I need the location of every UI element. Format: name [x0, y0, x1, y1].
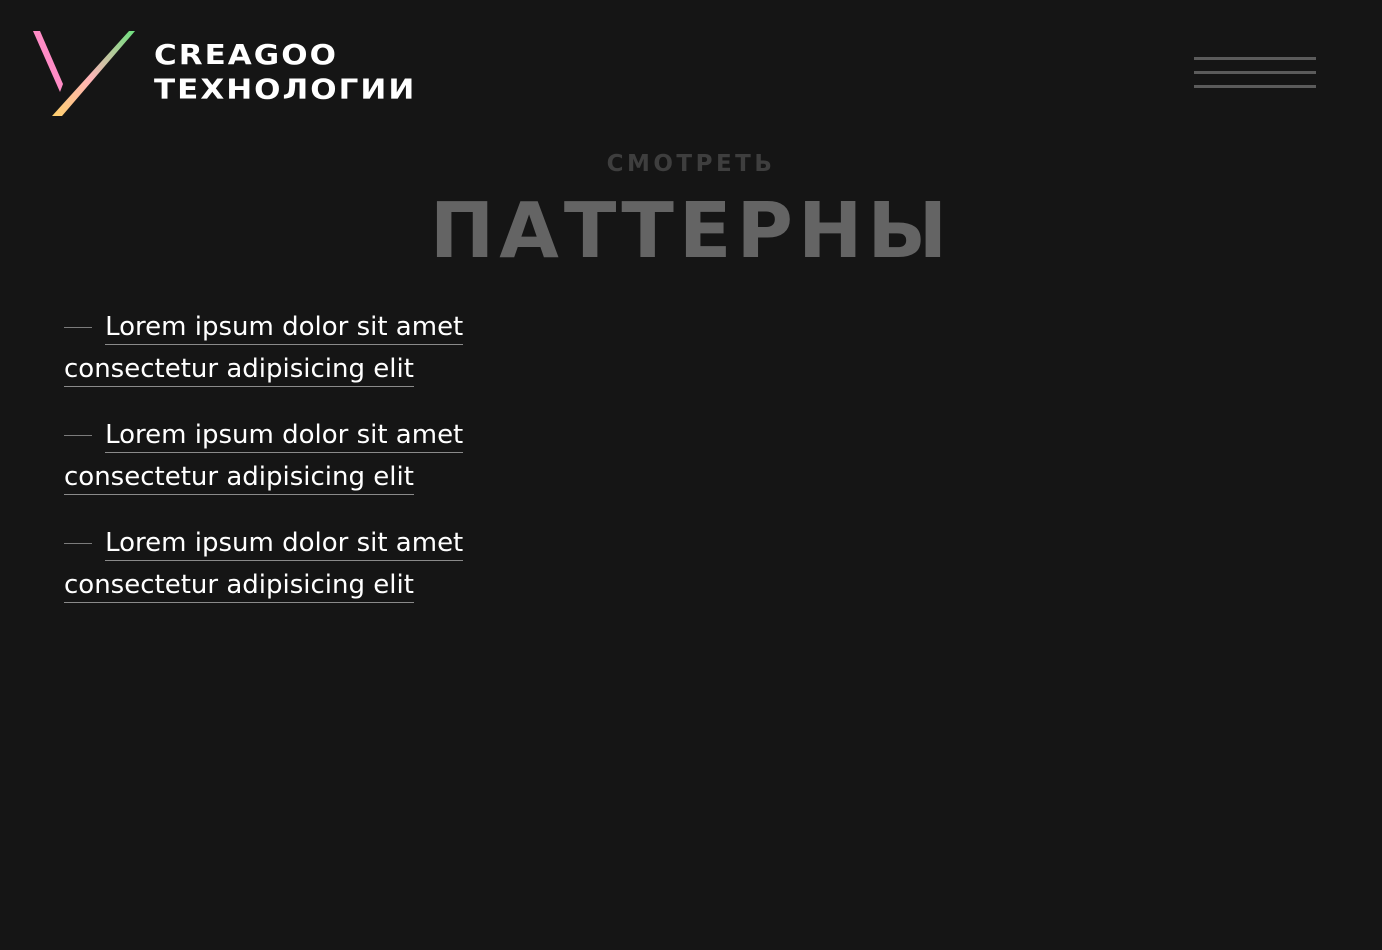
hero-section: СМОТРЕТЬ ПАТТЕРНЫ	[0, 147, 1382, 277]
pattern-link[interactable]: Lorem ipsum dolor sit amet consectetur a…	[64, 312, 464, 387]
list-item: Lorem ipsum dolor sit amet consectetur a…	[64, 306, 484, 390]
pattern-link-list: Lorem ipsum dolor sit amet consectetur a…	[64, 306, 534, 630]
menu-line-bottom	[1194, 85, 1316, 88]
menu-line-top	[1194, 57, 1316, 60]
site-header: CREAGOO ТЕХНОЛОГИИ	[0, 0, 1382, 140]
dash-icon	[64, 327, 92, 328]
pattern-link[interactable]: Lorem ipsum dolor sit amet consectetur a…	[64, 528, 464, 603]
list-item: Lorem ipsum dolor sit amet consectetur a…	[64, 414, 484, 498]
menu-line-middle	[1194, 71, 1316, 74]
dash-icon	[64, 435, 92, 436]
logo-text-creagoo: CREAGOO	[154, 38, 338, 72]
logo-text-technologies: ТЕХНОЛОГИИ	[154, 73, 417, 106]
dash-icon	[64, 543, 92, 544]
hero-kicker: СМОТРЕТЬ	[606, 151, 776, 177]
page-title: ПАТТЕРНЫ	[429, 187, 953, 276]
logo-y-icon	[33, 31, 135, 116]
hamburger-menu-icon[interactable]	[1194, 56, 1316, 92]
pattern-link[interactable]: Lorem ipsum dolor sit amet consectetur a…	[64, 420, 464, 495]
list-item: Lorem ipsum dolor sit amet consectetur a…	[64, 522, 484, 606]
logo-wordmark: CREAGOO ТЕХНОЛОГИИ	[154, 38, 554, 106]
